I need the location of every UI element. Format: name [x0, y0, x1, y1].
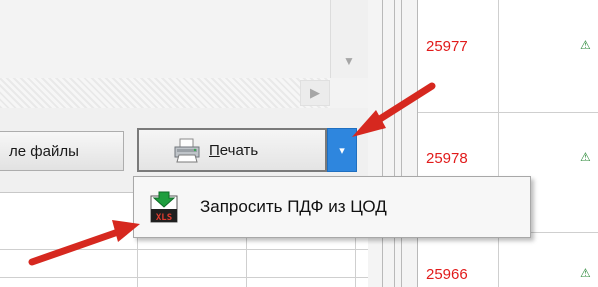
- divider-line: [382, 0, 383, 287]
- column-divider: [368, 0, 418, 287]
- print-dropdown-menu: XLS Запросить ПДФ из ЦОД: [133, 176, 531, 238]
- records-table: 25977 ⚠ 25978 ⚠ 25966 ⚠: [418, 0, 598, 287]
- print-button[interactable]: Печать: [137, 128, 327, 172]
- column-divider-line: [498, 0, 499, 287]
- printer-icon: [173, 137, 200, 163]
- divider-line: [394, 0, 395, 287]
- chevron-right-icon: ▶: [310, 85, 320, 100]
- horizontal-scrollbar-track[interactable]: [0, 78, 330, 108]
- row-number: 25978: [426, 150, 468, 167]
- xls-export-icon: XLS: [148, 190, 182, 224]
- menu-item-request-pdf[interactable]: XLS Запросить ПДФ из ЦОД: [142, 185, 522, 229]
- scroll-right-button[interactable]: ▶: [300, 80, 330, 106]
- chevron-down-icon: ▾: [339, 144, 345, 157]
- table-row[interactable]: 25977 ⚠: [418, 0, 591, 112]
- divider-line: [401, 0, 402, 287]
- print-dropdown-button[interactable]: ▾: [327, 128, 357, 172]
- table-row[interactable]: 25966 ⚠: [418, 232, 591, 287]
- status-icon: ⚠: [580, 150, 591, 164]
- files-button[interactable]: ле файлы: [0, 131, 124, 171]
- files-button-label: ле файлы: [9, 142, 79, 160]
- svg-text:XLS: XLS: [156, 213, 172, 223]
- chevron-down-icon: ▼: [343, 54, 355, 68]
- row-number: 25966: [426, 266, 468, 283]
- status-icon: ⚠: [580, 266, 591, 280]
- scroll-down-button[interactable]: ▼: [331, 48, 367, 74]
- left-panel: ▼ ▶ ле файлы Печать ▾: [0, 0, 370, 287]
- status-icon: ⚠: [580, 38, 591, 52]
- grid-line: [0, 249, 368, 250]
- print-button-label: Печать: [209, 141, 259, 159]
- menu-item-label: Запросить ПДФ из ЦОД: [200, 197, 387, 216]
- grid-line: [0, 277, 368, 278]
- row-number: 25977: [426, 38, 468, 55]
